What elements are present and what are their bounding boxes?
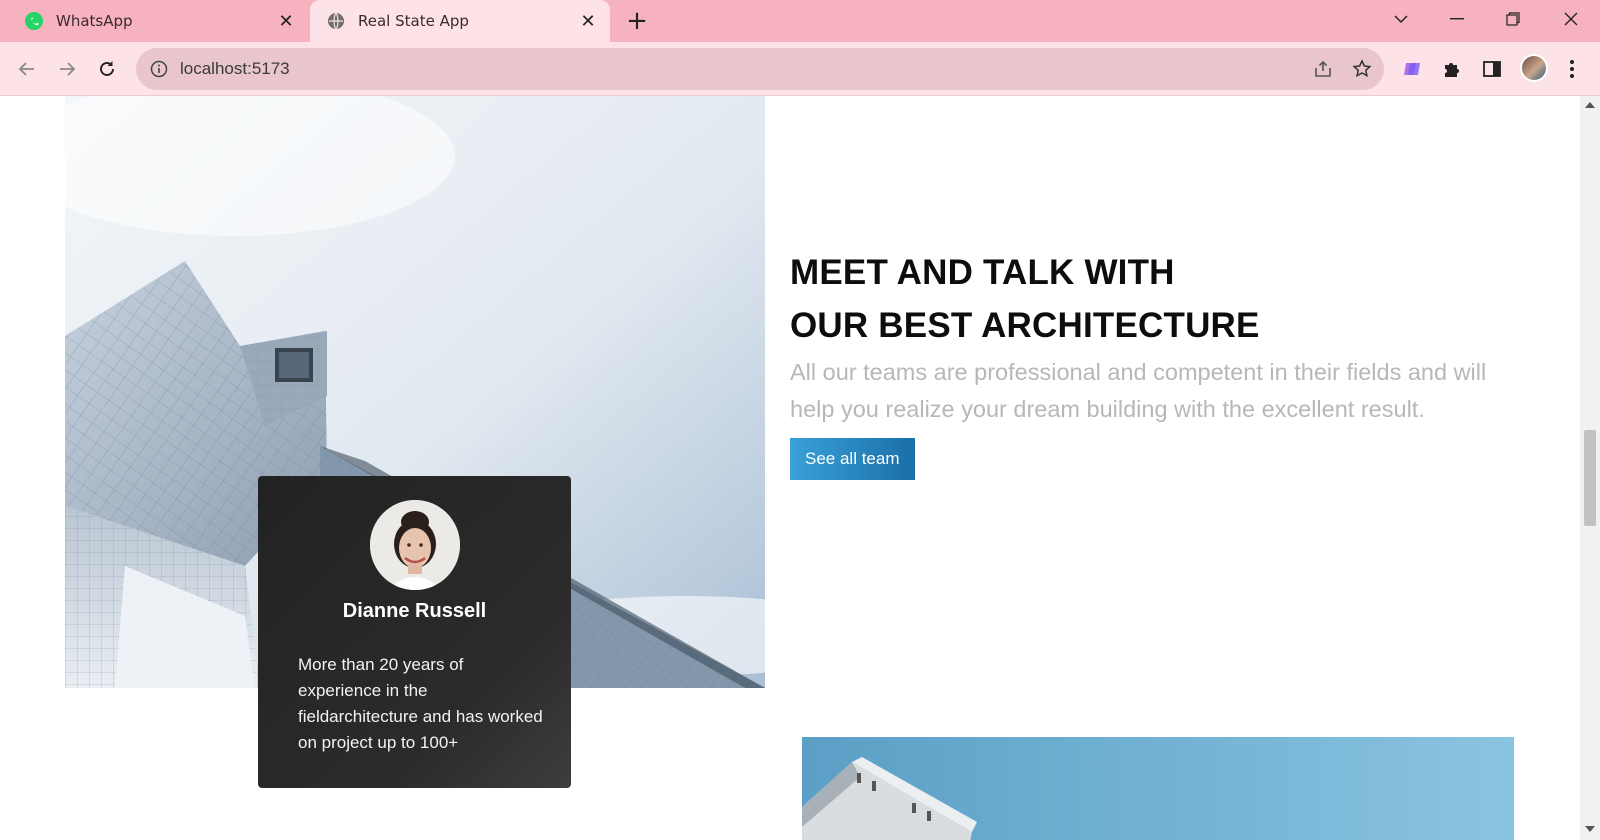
team-member-name: Dianne Russell (342, 600, 487, 622)
tab-whatsapp[interactable]: WhatsApp ✕ (8, 0, 308, 42)
share-icon[interactable] (1307, 53, 1339, 85)
team-member-avatar (370, 500, 460, 590)
bookmark-star-icon[interactable] (1346, 53, 1378, 85)
reload-icon[interactable] (90, 52, 124, 86)
headline-line-2: OUR BEST ARCHITECTURE (790, 306, 1260, 345)
headline-line-1: MEET AND TALK WITH (790, 253, 1175, 292)
scrollbar-thumb[interactable] (1584, 430, 1596, 526)
scroll-down-arrow-icon[interactable] (1585, 826, 1595, 832)
url-text: localhost:5173 (180, 59, 290, 78)
back-arrow-icon[interactable] (10, 52, 44, 86)
tab-search-icon[interactable] (1378, 0, 1424, 38)
more-menu-icon[interactable] (1556, 53, 1588, 85)
building-sky-image (802, 737, 1514, 840)
browser-toolbar: localhost:5173 (0, 42, 1600, 96)
side-panel-icon[interactable] (1476, 53, 1508, 85)
section-headline: MEET AND TALK WITH OUR BEST ARCHITECTURE (790, 246, 1510, 352)
close-window-icon[interactable] (1548, 0, 1594, 38)
forward-arrow-icon[interactable] (50, 52, 84, 86)
tab-title: WhatsApp (56, 12, 133, 30)
team-intro-section: MEET AND TALK WITH OUR BEST ARCHITECTURE… (790, 246, 1510, 480)
page-viewport: Dianne Russell More than 20 years of exp… (0, 96, 1580, 840)
restore-icon[interactable] (1490, 0, 1536, 38)
globe-icon (326, 11, 346, 31)
tab-real-state-app[interactable]: Real State App ✕ (310, 0, 610, 42)
whatsapp-icon (24, 11, 44, 31)
close-icon[interactable]: ✕ (574, 7, 602, 35)
tab-title: Real State App (358, 12, 469, 30)
section-description: All our teams are professional and compe… (790, 359, 1487, 422)
extension-color-icon[interactable] (1396, 53, 1428, 85)
see-all-team-button[interactable]: See all team (790, 438, 915, 480)
scroll-up-arrow-icon[interactable] (1585, 102, 1595, 108)
page-scrollbar[interactable] (1580, 96, 1600, 840)
browser-tab-bar: WhatsApp ✕ Real State App ✕ + (0, 0, 1600, 42)
close-icon[interactable]: ✕ (272, 7, 300, 35)
address-bar[interactable]: localhost:5173 (136, 48, 1384, 90)
new-tab-button[interactable]: + (622, 6, 652, 36)
team-member-bio: More than 20 years of experience in the … (298, 655, 543, 752)
extensions-puzzle-icon[interactable] (1436, 53, 1468, 85)
team-member-card: Dianne Russell More than 20 years of exp… (258, 476, 571, 788)
minimize-icon[interactable] (1434, 0, 1480, 38)
profile-avatar[interactable] (1520, 54, 1548, 82)
site-info-icon[interactable] (150, 60, 168, 78)
